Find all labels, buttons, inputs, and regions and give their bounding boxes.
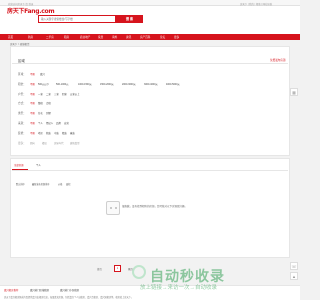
nav-item[interactable]: 商业地产 (80, 35, 90, 39)
eye-icon (115, 207, 117, 209)
eye-icon (110, 207, 112, 209)
filter-option[interactable]: 不限 (30, 101, 35, 105)
filter-option[interactable]: 品牌 (56, 121, 61, 125)
welcome-text: 欢迎访问房天下 请 登录 (8, 2, 34, 6)
tab-all[interactable]: 全部房源 (14, 163, 24, 167)
divider (12, 169, 288, 170)
filter-option[interactable]: 五室以上 (70, 92, 80, 96)
headset-icon[interactable]: ☏ (290, 262, 298, 270)
filter-option[interactable]: 个人 (38, 121, 43, 125)
filter-option[interactable]: 毛坯 (38, 131, 43, 135)
watermark-logo-icon (132, 265, 146, 279)
arrow-glyph: ▲ (292, 274, 296, 279)
filter-label: 方式： (18, 102, 26, 105)
filter-option[interactable]: 建筑类型 (70, 141, 80, 145)
nav-item[interactable]: 首页 (8, 35, 13, 39)
search-button[interactable]: 搜 索 (116, 15, 143, 23)
empty-state-icon (106, 201, 120, 215)
tab-personal[interactable]: 个人 (36, 163, 41, 167)
filter-option[interactable]: 不限 (30, 72, 35, 76)
nav-item[interactable]: 更多 (174, 35, 179, 39)
bottom-tab[interactable]: 嘉兴热门小区租房 (60, 288, 79, 292)
filter-option[interactable]: 1000-1500元 (78, 82, 92, 86)
breadcrumb[interactable]: 房天下 > 商铺租赁 (10, 42, 29, 46)
sort-price[interactable]: 价格 (58, 182, 62, 186)
filter-option[interactable]: 不限 (30, 121, 35, 125)
sort-newest[interactable]: 最新发布房源排序 (32, 182, 50, 186)
sort-default[interactable]: 默认排序 (16, 182, 25, 186)
qr-glyph: ▦ (292, 90, 296, 95)
nav-item[interactable]: 租房 (64, 35, 69, 39)
filter-option[interactable]: 别墅 (46, 111, 51, 115)
filter-title[interactable]: 区域 (18, 58, 25, 63)
filter-option[interactable]: 一室 (38, 92, 43, 96)
main-nav: 首页 新房 二手房 租房 商业地产 家居 海外 资讯 房产百科 论坛 更多 (0, 34, 300, 40)
nav-item[interactable]: 论坛 (160, 35, 165, 39)
filter-option[interactable]: 中装 (54, 131, 59, 135)
pager-current[interactable]: 1 (114, 265, 121, 272)
watermark-subtitle: 放上链接→来访一次→自动收录 (140, 285, 218, 291)
filter-option[interactable]: 四室 (62, 92, 67, 96)
site-logo[interactable]: 房天下Fang.com (7, 6, 55, 15)
filter-option[interactable]: 整租 (38, 101, 43, 105)
filter-option[interactable]: 房屋年代 (54, 141, 64, 145)
filter-option[interactable]: 嘉兴 (40, 72, 45, 76)
filter-option[interactable]: 不限 (30, 131, 35, 135)
nav-item[interactable]: 二手房 (46, 35, 54, 39)
filter-option[interactable]: 不限 (30, 82, 35, 86)
filter-label: 户型： (18, 93, 26, 96)
filter-option[interactable]: 4000-5000元 (166, 82, 180, 86)
nav-item[interactable]: 资讯 (126, 35, 131, 39)
results-panel (10, 158, 290, 258)
filter-option[interactable]: 经纪人 (46, 121, 53, 125)
filter-option[interactable]: 朝向 (30, 141, 35, 145)
nav-item[interactable]: 房产百科 (140, 35, 150, 39)
filter-option[interactable]: 不限 (30, 92, 35, 96)
filter-option[interactable]: 豪装 (70, 131, 75, 135)
seo-description: 房天下嘉兴租房频道为您提供嘉兴出租房信息，海量真实房源，包括嘉兴个人出租房、嘉兴… (4, 297, 134, 299)
filter-option[interactable]: 合租 (46, 101, 51, 105)
filter-option[interactable]: 500-1000元 (56, 82, 69, 86)
sort-area[interactable]: 面积 (66, 182, 70, 186)
arrow-up-icon[interactable]: ▲ (290, 272, 298, 280)
filter-option[interactable]: 不限 (30, 111, 35, 115)
empty-state-text: 很抱歉，没有找到相符的房源，您可能对以下房源感兴趣。 (122, 205, 188, 208)
filter-option[interactable]: 楼层 (42, 141, 47, 145)
filter-option[interactable]: 住宅 (38, 111, 43, 115)
nav-item[interactable]: 海外 (112, 35, 117, 39)
publish-link[interactable]: 免费发布房源 (270, 58, 286, 62)
filter-label: 更多： (18, 142, 26, 145)
filter-label: 类型： (18, 112, 26, 115)
nav-item[interactable]: 家居 (98, 35, 103, 39)
filter-option[interactable]: 1500-2000元 (100, 82, 114, 86)
filter-option[interactable]: 3000-4000元 (144, 82, 158, 86)
filter-label: 装修： (18, 132, 26, 135)
filter-option[interactable]: 二室 (46, 92, 51, 96)
filter-option[interactable]: 2000-3000元 (122, 82, 136, 86)
filter-option[interactable]: 简装 (46, 131, 51, 135)
filter-option[interactable]: 500元以下 (38, 82, 49, 86)
divider (12, 63, 288, 64)
filter-option[interactable]: 三室 (54, 92, 59, 96)
filter-label: 租金： (18, 83, 26, 86)
headset-glyph: ☏ (291, 264, 297, 269)
pager-first[interactable]: 首页 (97, 267, 102, 271)
result-tabs: 全部房源 个人 (12, 163, 288, 170)
filter-label: 区域： (18, 73, 26, 76)
bottom-tab[interactable]: 嘉兴租房推荐 (4, 288, 18, 292)
qr-icon[interactable]: ▦ (290, 88, 298, 96)
filter-option[interactable]: 自营 (64, 121, 69, 125)
bottom-tab[interactable]: 嘉兴热门区域租房 (30, 288, 49, 292)
nav-item[interactable]: 新房 (28, 35, 33, 39)
filter-option[interactable]: 精装 (62, 131, 67, 135)
filter-label: 来源： (18, 122, 26, 125)
top-links[interactable]: 房天下 | 我的 | 帮助 | 网站导航 (240, 2, 272, 6)
search-input[interactable] (38, 15, 116, 23)
